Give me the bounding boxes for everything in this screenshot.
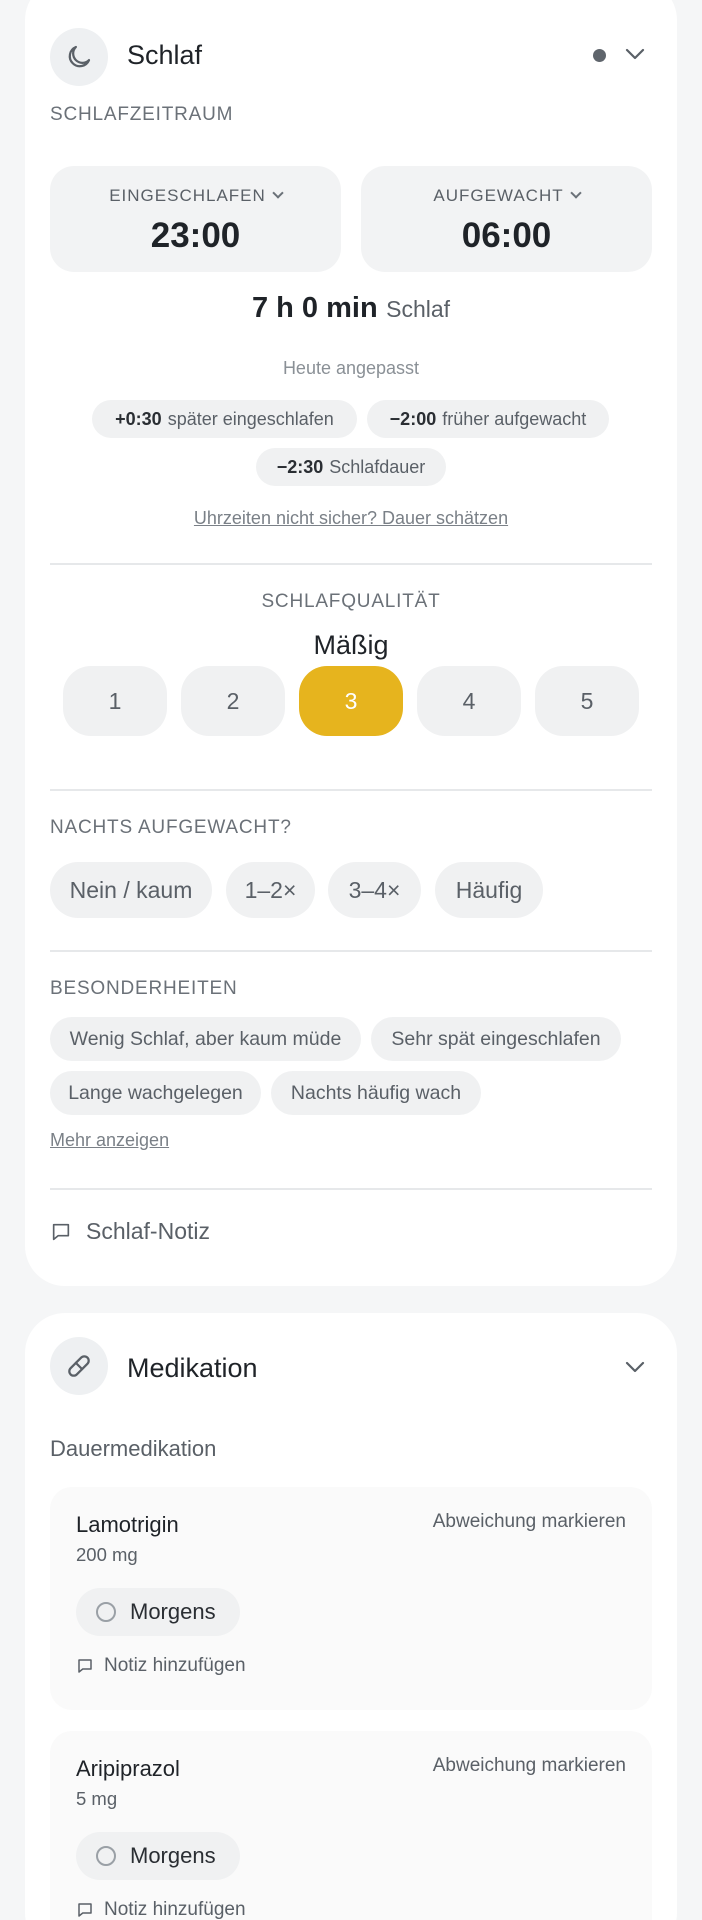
comment-icon	[78, 1903, 92, 1917]
sleep-quality-value: Mäßig	[313, 630, 389, 660]
sleep-quality-label: SCHLAFQUALITÄT	[261, 591, 441, 612]
sleep-title: Schlaf	[127, 40, 203, 70]
divider	[50, 1188, 652, 1190]
mark-deviation-button[interactable]: Abweichung markieren	[433, 1755, 626, 1777]
rating-option-4[interactable]: 4	[417, 666, 521, 736]
specifics-tag[interactable]: Wenig Schlaf, aber kaum müde	[50, 1017, 361, 1061]
intake-label: Morgens	[130, 1843, 216, 1868]
radio-icon	[96, 1846, 116, 1866]
add-note-button[interactable]: Notiz hinzufügen	[76, 1899, 246, 1920]
adjustment-badge: −2:30 Schlafdauer	[256, 448, 446, 486]
estimate-duration-link[interactable]: Uhrzeiten nicht sicher? Dauer schätzen	[25, 508, 677, 529]
awake-time-picker[interactable]: AUFGEWACHT 06:00	[361, 166, 652, 272]
rating-option-1[interactable]: 1	[63, 666, 167, 736]
sleep-note-button[interactable]: Schlaf-Notiz	[50, 1218, 210, 1245]
woke-up-option[interactable]: Häufig	[435, 862, 543, 918]
pill-icon	[50, 1337, 108, 1395]
intake-toggle[interactable]: Morgens	[76, 1588, 240, 1636]
medication-name: Lamotrigin	[76, 1512, 179, 1537]
asleep-time: 23:00	[150, 216, 241, 255]
medication-card: Medikation Dauermedikation Lamotrigin 20…	[25, 1313, 677, 1920]
sleep-duration: 7 h 0 min Schlaf	[251, 292, 451, 324]
comment-icon	[78, 1659, 92, 1673]
woke-up-option[interactable]: 3–4×	[328, 862, 421, 918]
asleep-label: EINGESCHLAFEN	[50, 186, 341, 206]
chevron-down-icon	[569, 187, 582, 199]
status-dot	[593, 49, 606, 62]
radio-icon	[96, 1602, 116, 1622]
comment-icon	[52, 1223, 70, 1240]
sleep-card: Schlaf SCHLAFZEITRAUM EINGESCHLAFEN 23:0…	[25, 0, 677, 1286]
medication-item: Lamotrigin 200 mg Abweichung markieren M…	[50, 1487, 652, 1710]
divider	[50, 950, 652, 952]
medication-dose: 200 mg	[76, 1544, 138, 1565]
add-note-button[interactable]: Notiz hinzufügen	[76, 1655, 246, 1677]
divider	[50, 789, 652, 791]
awake-time: 06:00	[461, 216, 552, 255]
medication-name: Aripiprazol	[76, 1756, 180, 1781]
rating-option-5[interactable]: 5	[535, 666, 639, 736]
collapse-chevron-icon[interactable]	[621, 1353, 649, 1381]
divider	[50, 563, 652, 565]
moon-icon	[50, 28, 108, 86]
medication-dose: 5 mg	[76, 1788, 118, 1809]
specifics-tag[interactable]: Sehr spät eingeschlafen	[371, 1017, 621, 1061]
chevron-down-icon	[272, 187, 284, 199]
adjustment-badge: −2:00 früher aufgewacht	[367, 400, 609, 438]
permanent-medication-label: Dauermedikation	[50, 1436, 217, 1461]
medication-item: Aripiprazol 5 mg Abweichung markieren Mo…	[50, 1731, 652, 1920]
sleep-note-label: Schlaf-Notiz	[86, 1218, 210, 1244]
rating-option-2[interactable]: 2	[181, 666, 285, 736]
woke-up-option[interactable]: 1–2×	[226, 862, 315, 918]
woke-up-option[interactable]: Nein / kaum	[50, 862, 212, 918]
adjusted-label: Heute angepasst	[282, 358, 420, 378]
intake-label: Morgens	[130, 1599, 216, 1624]
specifics-tag[interactable]: Lange wachgelegen	[50, 1071, 261, 1115]
specifics-label: BESONDERHEITEN	[50, 978, 238, 999]
show-more-link[interactable]: Mehr anzeigen	[50, 1130, 169, 1151]
intake-toggle[interactable]: Morgens	[76, 1832, 240, 1880]
rating-option-3[interactable]: 3	[299, 666, 403, 736]
specifics-tag[interactable]: Nachts häufig wach	[271, 1071, 481, 1115]
collapse-chevron-icon[interactable]	[621, 40, 649, 68]
asleep-time-picker[interactable]: EINGESCHLAFEN 23:00	[50, 166, 341, 272]
adjustment-badge: +0:30 später eingeschlafen	[92, 400, 357, 438]
medication-title: Medikation	[127, 1353, 258, 1383]
awake-label: AUFGEWACHT	[361, 186, 652, 206]
sleep-period-label: SCHLAFZEITRAUM	[50, 104, 234, 125]
mark-deviation-button[interactable]: Abweichung markieren	[433, 1511, 626, 1533]
woke-up-label: NACHTS AUFGEWACHT?	[50, 817, 292, 838]
